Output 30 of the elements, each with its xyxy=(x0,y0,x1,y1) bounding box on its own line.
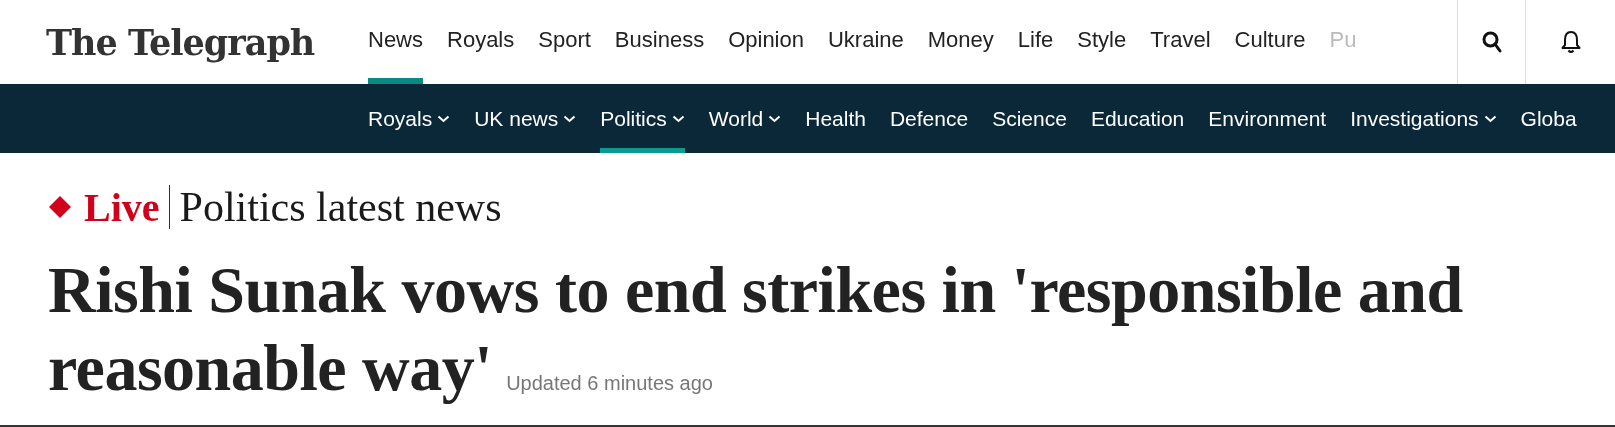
section-link[interactable]: Environment xyxy=(1208,84,1327,153)
nav-link[interactable]: Style xyxy=(1077,0,1127,84)
nav-link[interactable]: Business xyxy=(614,0,705,84)
nav-link[interactable]: Royals xyxy=(447,0,515,84)
nav-link[interactable]: Ukraine xyxy=(828,0,904,84)
updated-time: Updated 6 minutes ago xyxy=(506,371,713,396)
section-link[interactable]: Science xyxy=(992,84,1067,153)
section-link[interactable]: Royals xyxy=(368,84,451,153)
section-link[interactable]: Defence xyxy=(889,84,969,153)
section-link[interactable]: Education xyxy=(1090,84,1185,153)
diamond-icon xyxy=(48,195,72,219)
nav-link[interactable]: Opinion xyxy=(728,0,804,84)
nav-link[interactable]: Sport xyxy=(538,0,591,84)
section-link[interactable]: World xyxy=(708,84,782,153)
headline-line: reasonable way' xyxy=(48,330,493,406)
nav-link[interactable]: Culture xyxy=(1234,0,1306,84)
headline-line: Rishi Sunak vows to end strikes in 'responsible and xyxy=(48,252,1463,328)
bell-icon xyxy=(1560,30,1581,54)
nav-link[interactable]: Money xyxy=(927,0,994,84)
nav-link[interactable]: Travel xyxy=(1150,0,1211,84)
nav-link[interactable]: Life xyxy=(1017,0,1054,84)
live-label: Live xyxy=(84,183,160,231)
search-icon xyxy=(1481,31,1502,53)
section-link[interactable]: Globa xyxy=(1520,84,1577,153)
site-logo[interactable]: The Telegraph xyxy=(46,21,315,63)
section-link[interactable]: UK news xyxy=(474,84,577,153)
section-link[interactable]: Health xyxy=(805,84,866,153)
section-link[interactable]: Politics xyxy=(600,84,685,153)
section-title: Politics latest news xyxy=(179,183,502,231)
section-link[interactable]: Investigations xyxy=(1350,84,1497,153)
